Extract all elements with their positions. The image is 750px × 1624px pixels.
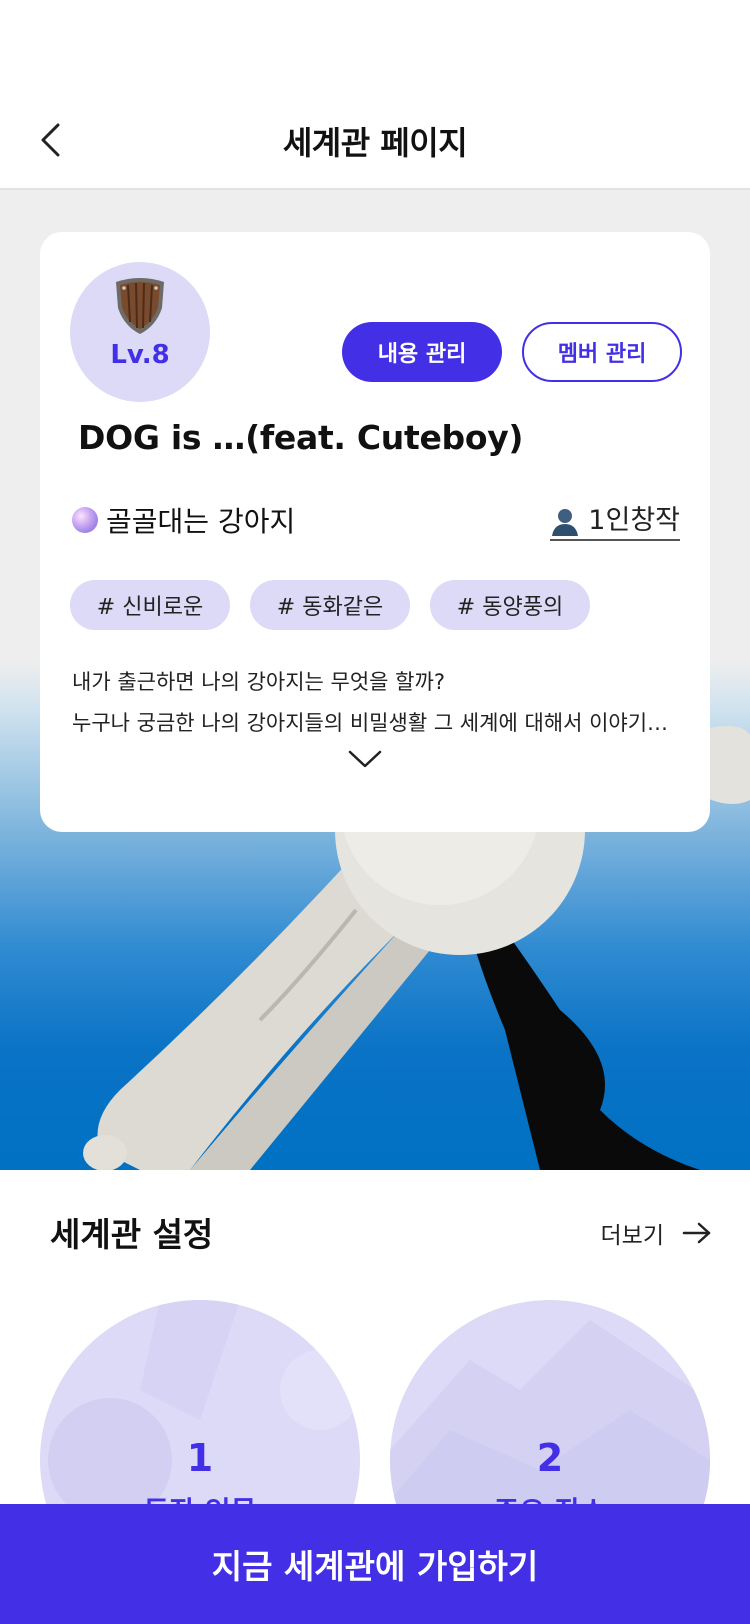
level-badge: Lv.8 [70, 262, 210, 402]
description-line: 내가 출근하면 나의 강아지는 무엇을 할까? [72, 670, 445, 694]
creator-orb-icon [72, 507, 98, 533]
description-line: 누구나 궁금한 나의 강아지들의 비밀생활 그 세계에 대해서 이야기합니다 [72, 711, 682, 735]
creator-name: 골골대는 강아지 [106, 505, 296, 538]
creator-info[interactable]: 골골대는 강아지 [72, 500, 295, 540]
section-title: 세계관 설정 [50, 1215, 214, 1254]
tag-list: # 신비로운 # 동화같은 # 동양풍의 [70, 580, 590, 630]
arrow-right-icon [682, 1222, 711, 1244]
member-count-link[interactable]: 1인창작 [550, 498, 680, 541]
expand-description-button[interactable] [345, 744, 385, 774]
shield-icon [116, 278, 164, 334]
world-title: DOG is …(feat. Cuteboy) [78, 418, 524, 457]
manage-content-button[interactable]: 내용 관리 [342, 322, 502, 382]
places-count: 2 [536, 1436, 564, 1480]
chevron-down-icon [348, 750, 382, 768]
tag-chip[interactable]: # 신비로운 [70, 580, 230, 630]
world-info-card: Lv.8 내용 관리 멤버 관리 DOG is …(feat. Cuteboy)… [40, 232, 710, 832]
more-label: 더보기 [600, 1223, 664, 1249]
page-title: 세계관 페이지 [282, 124, 468, 162]
manage-members-button[interactable]: 멤버 관리 [522, 322, 682, 382]
world-description: 내가 출근하면 나의 강아지는 무엇을 할까? 누구나 궁금한 나의 강아지들의… [72, 662, 682, 744]
tag-chip[interactable]: # 동화같은 [250, 580, 410, 630]
world-page: 세계관 페이지 Lv.8 내용 관리 멤버 관리 DOG is …(feat. … [0, 0, 750, 1624]
member-count-label: 1인창작 [588, 505, 680, 536]
level-label: Lv.8 [110, 340, 170, 370]
tag-chip[interactable]: # 동양풍의 [430, 580, 590, 630]
more-link[interactable]: 더보기 [601, 1216, 712, 1250]
characters-count: 1 [186, 1436, 214, 1480]
person-icon [552, 509, 579, 536]
top-bar: 세계관 페이지 [0, 0, 750, 190]
join-world-button[interactable]: 지금 세계관에 가입하기 [0, 1504, 750, 1624]
